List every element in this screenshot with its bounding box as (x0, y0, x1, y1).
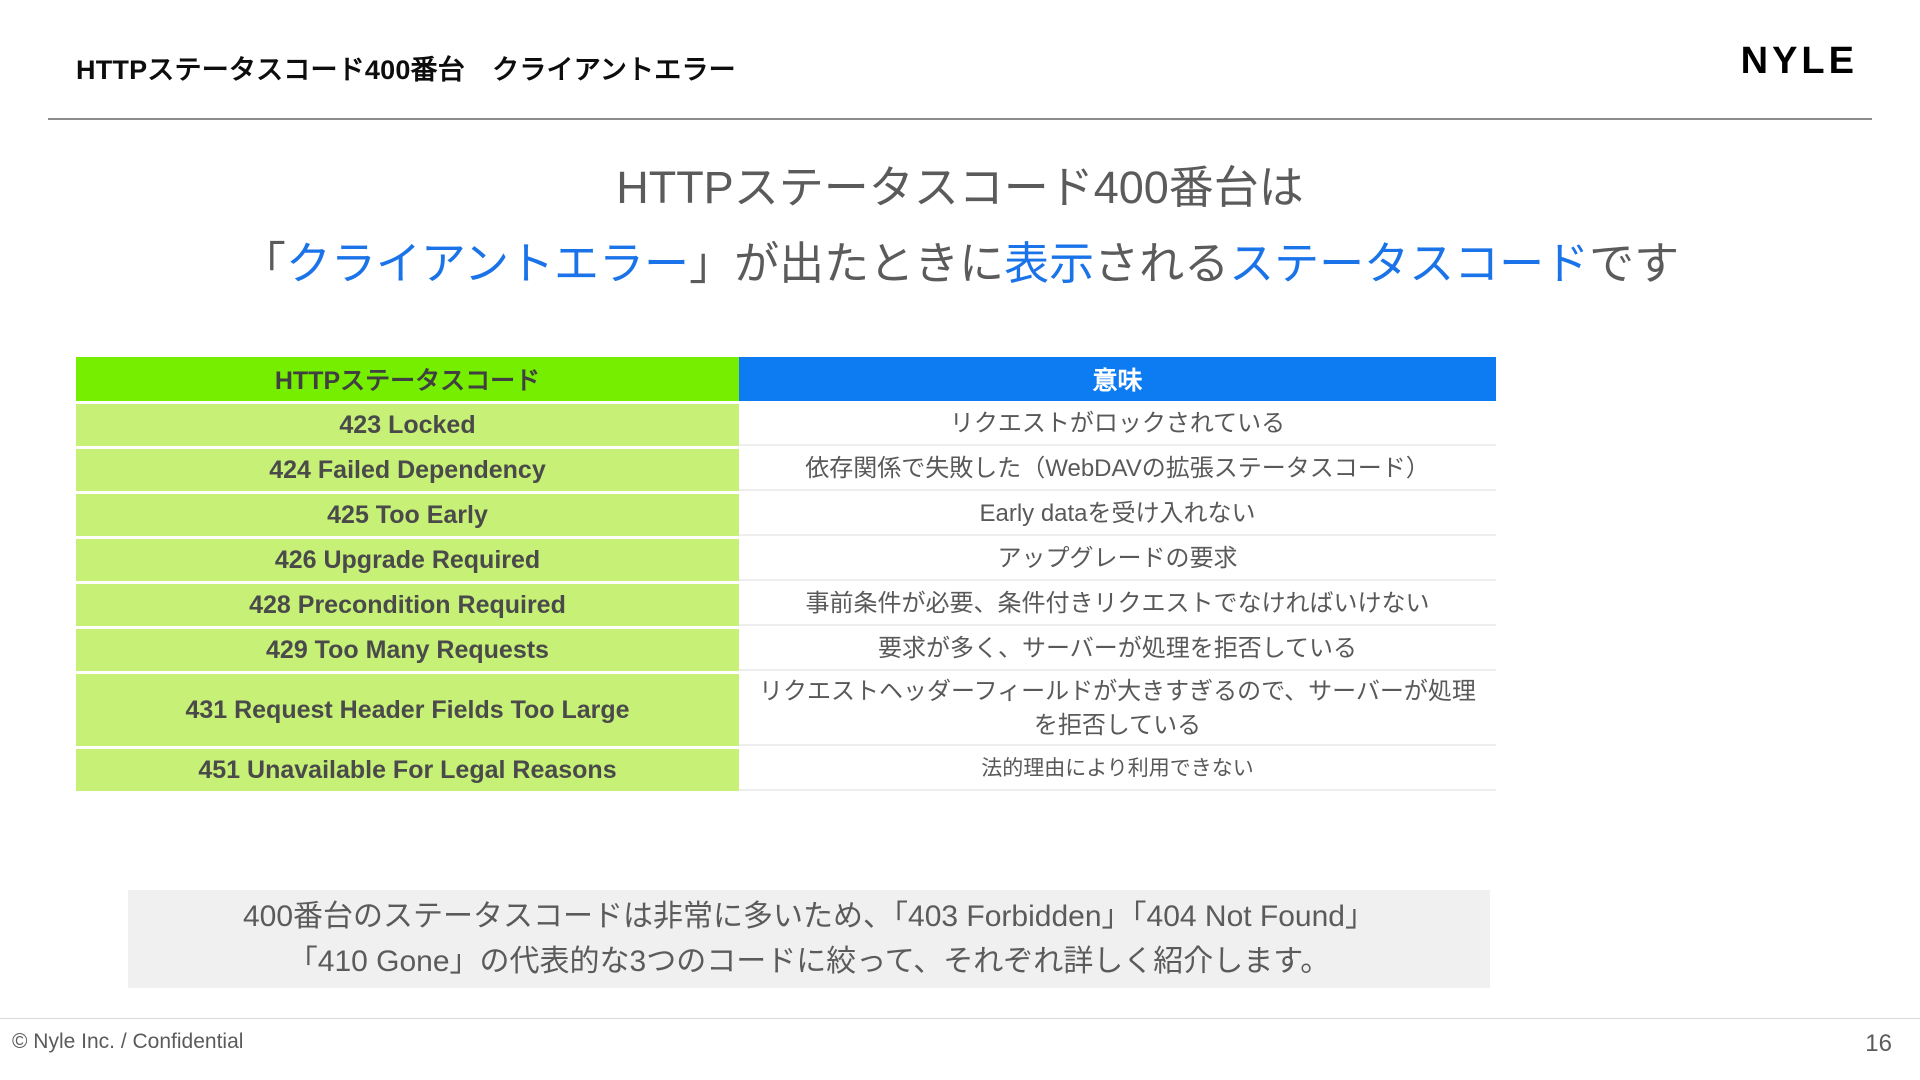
cell-meaning: リクエストヘッダーフィールドが大きすぎるので、サーバーが処理を拒否している (739, 674, 1496, 746)
cell-status-code: 423 Locked (76, 404, 739, 446)
column-header-meaning: 意味 (739, 357, 1496, 401)
cell-status-code: 428 Precondition Required (76, 584, 739, 626)
table-row: 451 Unavailable For Legal Reasons 法的理由によ… (76, 749, 1496, 791)
cell-meaning: 依存関係で失敗した（WebDAVの拡張ステータスコード） (739, 449, 1496, 491)
cell-meaning: 事前条件が必要、条件付きリクエストでなければいけない (739, 584, 1496, 626)
cell-meaning: アップグレードの要求 (739, 539, 1496, 581)
table-row: 429 Too Many Requests 要求が多く、サーバーが処理を拒否して… (76, 629, 1496, 671)
headline-plain-2: される (1094, 238, 1230, 289)
headline-open-bracket: 「 (240, 238, 286, 289)
table-header-row: HTTPステータスコード 意味 (76, 357, 1496, 401)
table-row: 423 Locked リクエストがロックされている (76, 404, 1496, 446)
slide-footer: © Nyle Inc. / Confidential 16 (0, 1018, 1920, 1080)
footer-divider (0, 1018, 1920, 1019)
headline-accent-display: 表示 (1004, 238, 1095, 289)
headline-line-2: 「クライアントエラー」が出たときに表示されるステータスコードです (0, 226, 1920, 302)
table-row: 431 Request Header Fields Too Large リクエス… (76, 674, 1496, 746)
header-divider (48, 118, 1872, 120)
table-row: 426 Upgrade Required アップグレードの要求 (76, 539, 1496, 581)
cell-meaning: 法的理由により利用できない (739, 749, 1496, 791)
note-line-2: 「410 Gone」の代表的な3つのコードに絞って、それぞれ詳しく紹介します。 (287, 945, 1331, 978)
cell-status-code: 424 Failed Dependency (76, 449, 739, 491)
column-header-code: HTTPステータスコード (76, 357, 739, 401)
nyle-logo: NYLE (1740, 40, 1858, 82)
page-title: HTTPステータスコード400番台 クライアントエラー (76, 55, 736, 85)
table-row: 428 Precondition Required 事前条件が必要、条件付きリク… (76, 584, 1496, 626)
cell-status-code: 425 Too Early (76, 494, 739, 536)
cell-status-code: 431 Request Header Fields Too Large (76, 674, 739, 746)
cell-meaning: Early dataを受け入れない (739, 494, 1496, 536)
summary-note-box: 400番台のステータスコードは非常に多いため、「403 Forbidden」「4… (128, 890, 1490, 988)
headline-plain-1: 」が出たときに (689, 238, 1005, 289)
cell-status-code: 451 Unavailable For Legal Reasons (76, 749, 739, 791)
page-number: 16 (1865, 1030, 1892, 1057)
table-row: 425 Too Early Early dataを受け入れない (76, 494, 1496, 536)
headline-plain-3: です (1589, 238, 1680, 289)
table-row: 424 Failed Dependency 依存関係で失敗した（WebDAVの拡… (76, 449, 1496, 491)
headline-accent-status-code: ステータスコード (1229, 238, 1590, 289)
footer-copyright: © Nyle Inc. / Confidential (12, 1030, 244, 1053)
headline-accent-client-error: クライアントエラー (285, 238, 690, 289)
status-code-table: HTTPステータスコード 意味 423 Locked リクエストがロックされてい… (76, 357, 1496, 794)
cell-status-code: 426 Upgrade Required (76, 539, 739, 581)
slide-header: HTTPステータスコード400番台 クライアントエラー NYLE (0, 0, 1920, 120)
cell-status-code: 429 Too Many Requests (76, 629, 739, 671)
headline-line-1: HTTPステータスコード400番台は (616, 162, 1304, 213)
note-line-1: 400番台のステータスコードは非常に多いため、「403 Forbidden」「4… (242, 900, 1375, 933)
cell-meaning: リクエストがロックされている (739, 404, 1496, 446)
cell-meaning: 要求が多く、サーバーが処理を拒否している (739, 629, 1496, 671)
headline-block: HTTPステータスコード400番台は 「クライアントエラー」が出たときに表示され… (0, 150, 1920, 302)
